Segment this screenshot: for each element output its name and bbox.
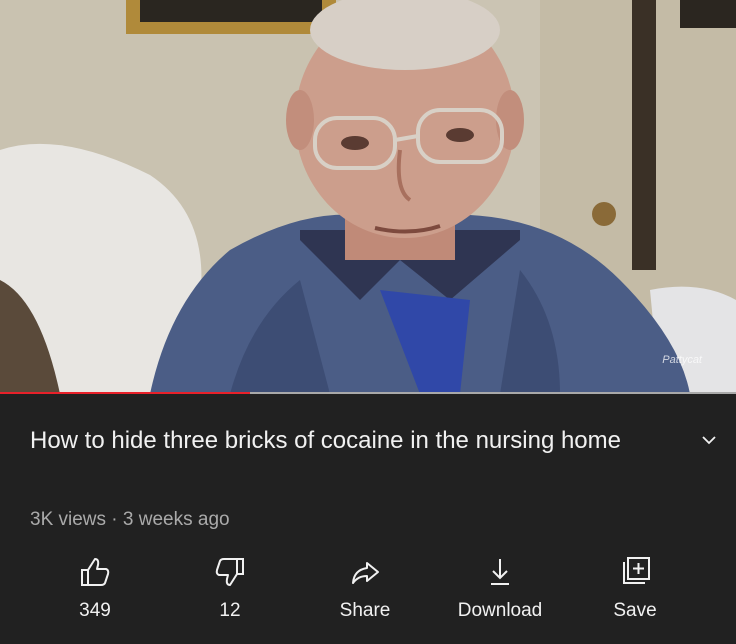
action-bar: 349 12 Share Download Save [0,555,736,635]
download-button[interactable]: Download [440,555,560,635]
share-arrow-icon [352,562,379,584]
save-label: Save [613,600,657,621]
thumbs-up-icon [81,558,110,586]
download-icon [491,559,509,585]
view-count: 3K views [30,509,107,530]
video-frame [0,0,736,394]
chevron-down-icon[interactable] [700,431,718,449]
share-button[interactable]: Share [305,555,425,635]
meta-separator: · [106,509,123,530]
video-title[interactable]: How to hide three bricks of cocaine in t… [30,423,670,459]
video-progress-bar[interactable] [0,392,736,394]
video-watermark: Pattycat [662,354,702,366]
thumbs-down-icon [215,558,244,586]
download-label: Download [457,600,543,621]
video-info: How to hide three bricks of cocaine in t… [0,397,736,644]
video-meta: 3K views · 3 weeks ago [30,509,230,531]
save-button[interactable]: Save [575,555,695,635]
dislike-button[interactable]: 12 [170,555,290,635]
like-button[interactable]: 349 [35,555,155,635]
add-to-playlist-icon [623,557,650,584]
share-label: Share [339,600,391,621]
dislike-count: 12 [219,600,241,621]
upload-age: 3 weeks ago [122,509,230,530]
like-count: 349 [79,600,111,621]
video-player[interactable]: Pattycat [0,0,736,394]
progress-played-fill [0,392,251,394]
